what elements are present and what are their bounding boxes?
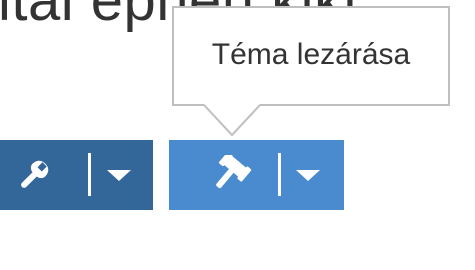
wrench-icon [21,160,49,188]
tools-button[interactable] [0,140,68,210]
caret-down-icon [107,169,131,181]
gavel-icon [216,155,252,189]
caret-down-icon [296,169,320,181]
tools-dropdown-toggle[interactable] [94,140,144,210]
lock-topic-split-button [169,140,344,210]
tools-split-button [0,140,153,210]
button-divider [88,153,91,196]
lock-topic-dropdown-toggle[interactable] [283,140,333,210]
tooltip: Téma lezárása [172,6,450,106]
button-divider [278,153,281,196]
screen: ital ephen kiki [0,0,475,270]
tooltip-text: Téma lezárása [211,38,411,71]
lock-topic-button[interactable] [189,140,277,210]
tooltip-arrow [203,104,261,137]
